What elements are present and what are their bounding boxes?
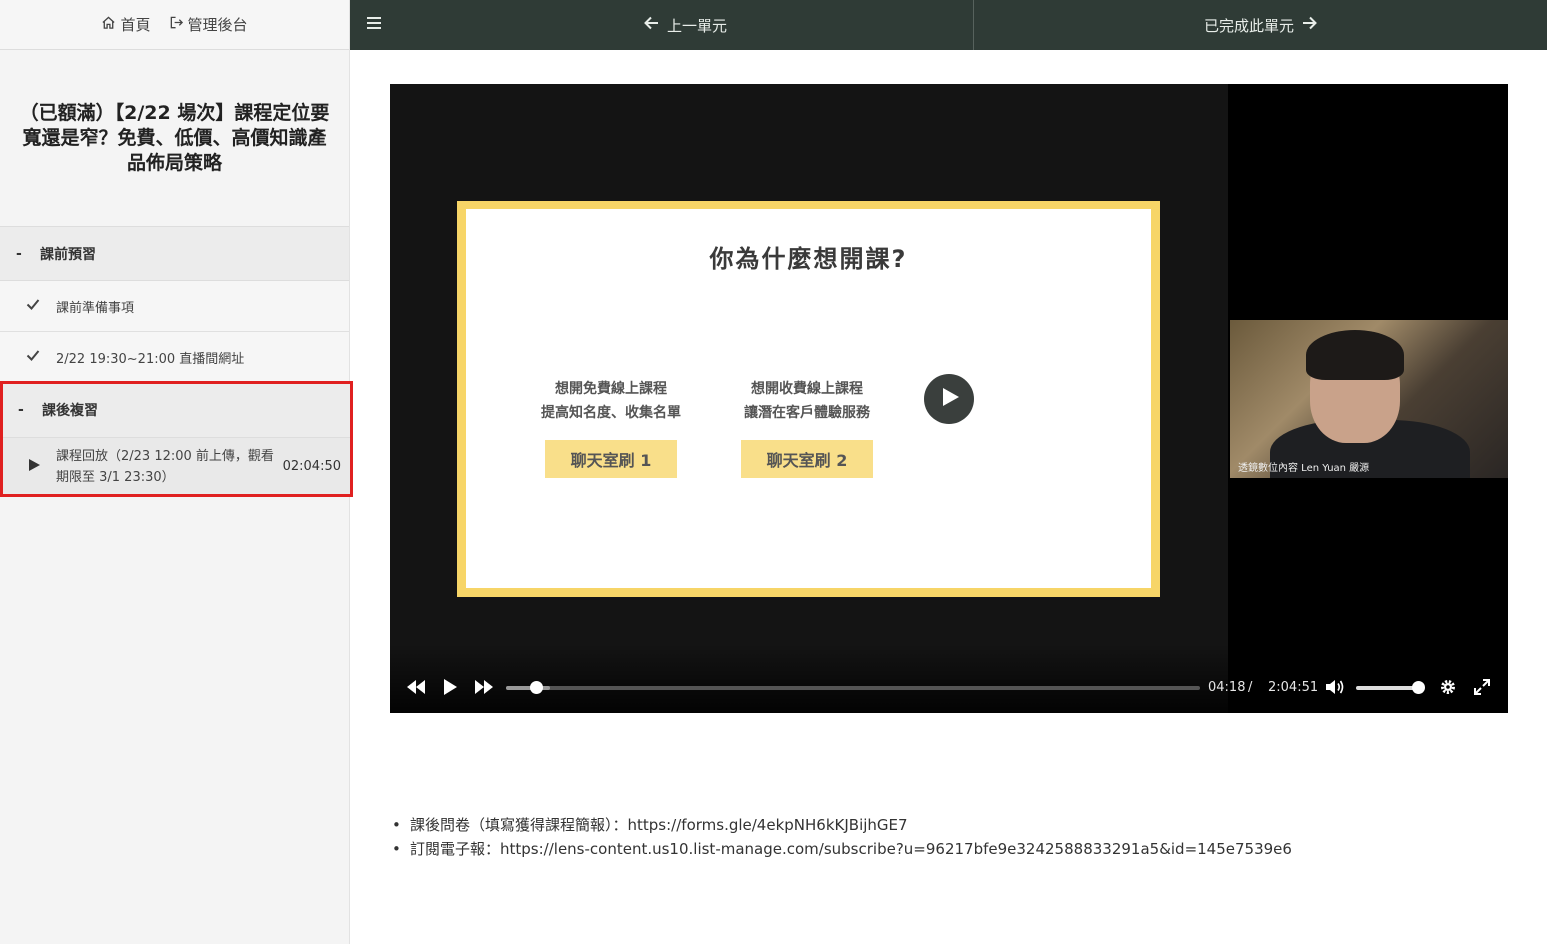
video-player[interactable]: 你為什麼想開課? 想開免費線上課程 提高知名度、收集名單 想開收費線上課程 讓潛…: [390, 84, 1508, 713]
link-label: 訂閱電子報：: [410, 840, 501, 858]
progress-bar[interactable]: [506, 681, 1200, 694]
section-header-pre-class[interactable]: - 課前預習: [0, 227, 349, 281]
survey-link[interactable]: https://forms.gle/4ekpNH6kKJBijhGE7: [628, 816, 908, 834]
slide-text: 想開收費線上課程: [751, 381, 863, 397]
course-title-container: （已額滿）【2/22 場次】課程定位要寬還是窄？免費、低價、高價知識產品佈局策略: [0, 50, 349, 227]
slide-tag-2: 聊天室刷 2: [741, 440, 873, 478]
previous-unit-label: 上一單元: [666, 16, 727, 35]
video-controls: 04:18 / 2:04:51: [390, 644, 1508, 713]
slide-text: 讓潛在客戶體驗服務: [744, 405, 870, 421]
presenter-hair: [1306, 330, 1404, 380]
slide-text: 提高知名度、收集名單: [541, 405, 681, 421]
section-pre-class: - 課前預習 課前準備事項 2/22 19:30~21:00 直播間網址: [0, 227, 349, 383]
collapse-dash-icon: -: [16, 245, 22, 262]
volume-knob[interactable]: [1412, 681, 1425, 694]
home-icon: [101, 15, 116, 34]
lesson-item-replay[interactable]: 課程回放（2/23 12:00 前上傳，觀看期限至 3/1 23:30） 02:…: [2, 438, 351, 495]
slide: 你為什麼想開課? 想開免費線上課程 提高知名度、收集名單 想開收費線上課程 讓潛…: [466, 209, 1151, 588]
check-icon: [26, 297, 56, 315]
gear-icon: [1438, 680, 1458, 700]
fullscreen-icon: [1472, 679, 1492, 700]
play-icon: [440, 679, 460, 700]
list-item: 訂閱電子報：https://lens-content.us10.list-man…: [390, 837, 1510, 861]
rewind-icon: [406, 680, 426, 700]
slide-title: 你為什麼想開課?: [709, 245, 908, 273]
lesson-label: 2/22 19:30~21:00 直播間網址: [56, 351, 245, 367]
duration-time: 2:04:51: [1268, 680, 1319, 695]
lesson-label: 課程回放（2/23 12:00 前上傳，觀看期限至 3/1 23:30）: [56, 448, 274, 485]
slide-column-paid: 想開收費線上課程 讓潛在客戶體驗服務: [712, 377, 902, 425]
fullscreen-button[interactable]: [1472, 678, 1492, 700]
admin-label: 管理後台: [187, 16, 248, 34]
lesson-item-livestream-link[interactable]: 2/22 19:30~21:00 直播間網址: [0, 332, 349, 383]
admin-link[interactable]: 管理後台: [169, 14, 248, 35]
sidebar: 首頁 管理後台 （已額滿）【2/22 場次】課程定位要寬還是窄？免費、低價、高價…: [0, 0, 353, 944]
complete-unit-label: 已完成此單元: [1203, 16, 1294, 35]
section-post-class: - 課後複習 課程回放（2/23 12:00 前上傳，觀看期限至 3/1 23:…: [0, 381, 353, 497]
slide-text: 想開免費線上課程: [555, 381, 667, 397]
top-bar: 上一單元 已完成此單元: [350, 0, 1547, 50]
list-item: 課後問卷（填寫獲得課程簡報）：https://forms.gle/4ekpNH6…: [390, 813, 1510, 837]
lesson-duration: 02:04:50: [282, 459, 341, 474]
link-label: 課後問卷（填寫獲得課程簡報）：: [410, 816, 628, 834]
settings-button[interactable]: [1438, 678, 1458, 700]
slide-tag-1: 聊天室刷 1: [545, 440, 677, 478]
hamburger-icon: [366, 16, 382, 34]
course-title: （已額滿）【2/22 場次】課程定位要寬還是窄？免費、低價、高價知識產品佈局策略: [19, 101, 330, 174]
play-icon: [938, 387, 960, 411]
lesson-label: 課前準備事項: [56, 300, 135, 316]
webcam-overlay: 透鏡數位內容 Len Yuan 嚴源: [1230, 320, 1508, 478]
lesson-item-preparation[interactable]: 課前準備事項: [0, 281, 349, 332]
webcam-caption: 透鏡數位內容 Len Yuan 嚴源: [1238, 463, 1370, 474]
play-icon: [28, 458, 56, 476]
fast-forward-icon: [474, 680, 494, 700]
newsletter-link[interactable]: https://lens-content.us10.list-manage.co…: [500, 840, 1292, 858]
mute-button[interactable]: [1325, 678, 1345, 700]
arrow-right-icon: [1302, 16, 1317, 34]
check-icon: [26, 348, 56, 366]
complete-unit-button[interactable]: 已完成此單元: [974, 0, 1547, 50]
collapse-dash-icon: -: [18, 402, 24, 418]
home-link[interactable]: 首頁: [101, 14, 151, 35]
menu-button[interactable]: [350, 0, 398, 50]
big-play-button[interactable]: [924, 374, 974, 424]
sign-out-icon: [169, 15, 184, 34]
slide-column-free: 想開免費線上課程 提高知名度、收集名單: [516, 377, 706, 425]
arrow-left-icon: [644, 16, 659, 34]
previous-unit-button[interactable]: 上一單元: [398, 0, 974, 50]
resource-links: 課後問卷（填寫獲得課程簡報）：https://forms.gle/4ekpNH6…: [390, 813, 1510, 861]
time-separator: /: [1248, 680, 1253, 695]
fast-forward-button[interactable]: [474, 678, 494, 700]
volume-slider[interactable]: [1356, 681, 1425, 694]
section-title: 課前預習: [40, 246, 96, 263]
current-time: 04:18: [1208, 680, 1246, 695]
volume-icon: [1325, 680, 1345, 700]
play-pause-button[interactable]: [440, 678, 460, 700]
section-title: 課後複習: [42, 403, 98, 419]
rewind-button[interactable]: [406, 678, 426, 700]
section-header-post-class[interactable]: - 課後複習: [2, 383, 351, 438]
app: 首頁 管理後台 （已額滿）【2/22 場次】課程定位要寬還是窄？免費、低價、高價…: [0, 0, 1547, 944]
progress-fill: [506, 686, 551, 690]
home-label: 首頁: [120, 16, 151, 34]
progress-knob[interactable]: [530, 681, 544, 694]
video-frame: 你為什麼想開課? 想開免費線上課程 提高知名度、收集名單 想開收費線上課程 讓潛…: [390, 84, 1228, 713]
sidebar-nav: 首頁 管理後台: [0, 0, 349, 50]
